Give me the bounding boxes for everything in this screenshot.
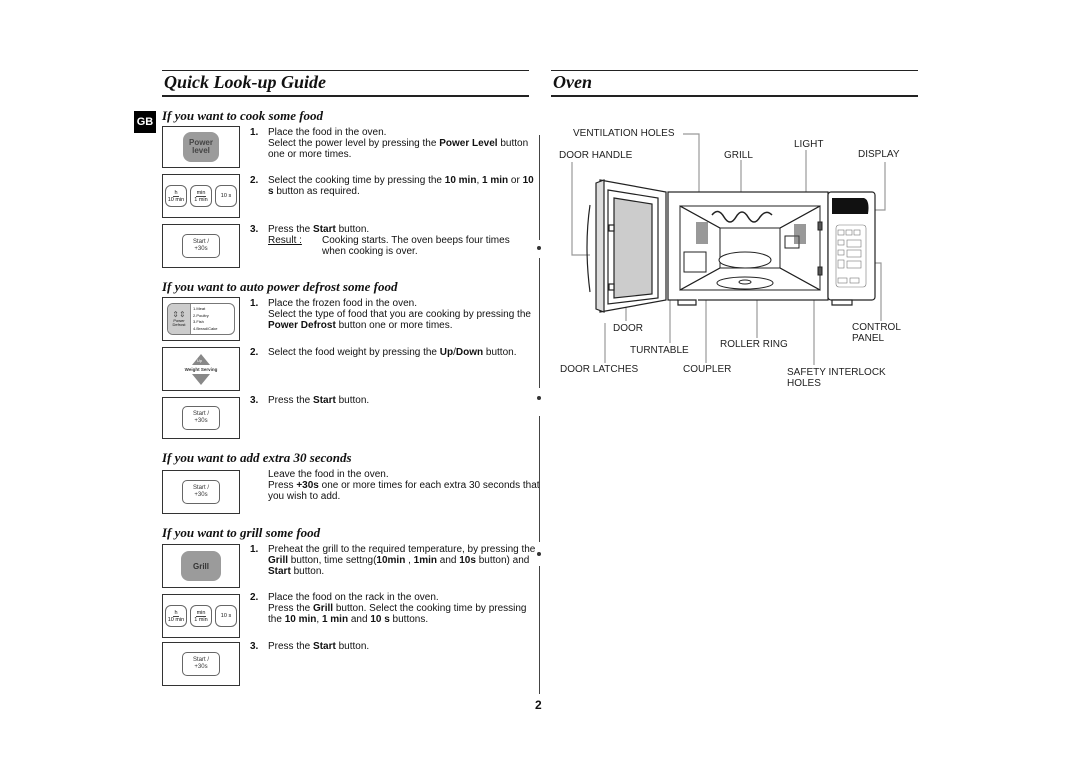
- oven-door: [586, 179, 667, 313]
- label-turntable: TURNTABLE: [630, 345, 689, 356]
- oven-illustration: [571, 133, 886, 365]
- label-grill: GRILL: [724, 150, 753, 161]
- label-light: LIGHT: [794, 139, 824, 150]
- label-door: DOOR: [613, 323, 643, 334]
- label-door-latches: DOOR LATCHES: [560, 364, 639, 375]
- label-coupler: COUPLER: [683, 364, 732, 375]
- label-door-handle: DOOR HANDLE: [559, 150, 633, 161]
- label-safety-interlock-2: HOLES: [787, 378, 821, 389]
- label-display: DISPLAY: [858, 149, 900, 160]
- label-ventilation-holes: VENTILATION HOLES: [573, 128, 675, 139]
- label-safety-interlock-1: SAFETY INTERLOCK: [787, 367, 886, 378]
- label-roller-ring: ROLLER RING: [720, 339, 788, 350]
- label-control-panel-2: PANEL: [852, 333, 885, 344]
- label-control-panel-1: CONTROL: [852, 322, 901, 333]
- oven-diagram: VENTILATION HOLES DOOR HANDLE GRILL LIGH…: [0, 0, 1080, 763]
